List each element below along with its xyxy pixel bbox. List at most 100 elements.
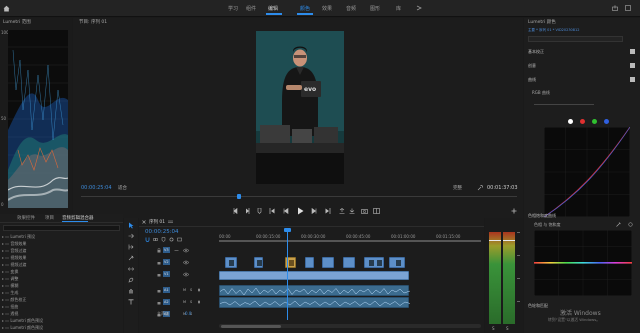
go-to-out-icon[interactable] xyxy=(325,208,331,214)
menu-tab-learn[interactable]: 学习 xyxy=(228,5,238,12)
solo-button[interactable]: S xyxy=(190,288,192,292)
white-channel-swatch[interactable] xyxy=(568,119,573,124)
program-monitor-title[interactable]: 节目: 序列 01 xyxy=(79,18,107,27)
mic-icon[interactable] xyxy=(197,300,201,305)
green-channel-swatch[interactable] xyxy=(592,119,597,124)
video-clip[interactable] xyxy=(364,257,384,268)
hue-vs-sat-graph[interactable] xyxy=(534,230,632,296)
add-button-icon[interactable] xyxy=(511,208,517,214)
video-clip[interactable] xyxy=(225,257,237,268)
solo-button[interactable]: S xyxy=(190,300,192,304)
captions-icon[interactable] xyxy=(177,237,182,242)
list-item[interactable]: ▸ ▭ 扭曲 xyxy=(2,304,112,310)
menu-overflow-icon[interactable] xyxy=(416,5,422,11)
razor-tool-icon[interactable] xyxy=(128,255,134,261)
solo-right-button[interactable]: S xyxy=(506,326,509,331)
type-tool-icon[interactable] xyxy=(128,299,134,305)
lock-icon[interactable] xyxy=(157,300,161,305)
video-clip[interactable] xyxy=(305,257,314,268)
scrub-playhead[interactable] xyxy=(237,194,241,199)
home-icon[interactable] xyxy=(3,5,10,12)
list-item[interactable]: ▸ ▭ 视频效果 xyxy=(2,255,112,261)
slip-tool-icon[interactable] xyxy=(128,266,134,272)
play-icon[interactable] xyxy=(297,207,304,215)
list-item[interactable]: ▸ ▭ 音频过渡 xyxy=(2,248,112,254)
mic-icon[interactable] xyxy=(197,288,201,293)
timeline-playhead-handle[interactable] xyxy=(284,228,291,232)
rgb-curves-label[interactable]: RGB 曲线 xyxy=(532,90,550,96)
compare-icon[interactable] xyxy=(373,208,380,214)
fit-dropdown[interactable]: 适合 xyxy=(118,185,127,191)
tab-sequence[interactable]: 序列 01 xyxy=(149,219,165,225)
audio-clip[interactable] xyxy=(219,297,411,308)
list-item[interactable]: ▸ ▭ Lumetri 颜色预设 xyxy=(2,325,112,331)
lock-icon[interactable] xyxy=(157,272,161,277)
list-item[interactable]: ▸ ▭ 音频效果 xyxy=(2,241,112,247)
preset-dropdown[interactable] xyxy=(528,36,623,42)
list-item[interactable]: ▸ ▭ 调整 xyxy=(2,276,112,282)
extract-icon[interactable] xyxy=(349,208,355,214)
list-item[interactable]: ▸ ▭ 透视 xyxy=(2,311,112,317)
window-maximize-icon[interactable] xyxy=(625,5,631,11)
share-icon[interactable] xyxy=(612,5,618,11)
list-item[interactable]: ▸ ▭ Lumetri 颜色预设 xyxy=(2,318,112,324)
tab-menu-icon[interactable] xyxy=(168,220,173,224)
lift-icon[interactable] xyxy=(339,208,345,214)
menu-tab-graphics[interactable]: 图形 xyxy=(370,5,380,12)
program-scrub-bar[interactable] xyxy=(81,194,517,199)
clip-selector[interactable]: 主要 * 序列 01 * VID20230812 xyxy=(528,28,579,33)
selection-tool-icon[interactable] xyxy=(128,222,134,229)
eyedropper-icon[interactable] xyxy=(616,222,621,227)
rgb-curve-graph[interactable] xyxy=(544,127,630,217)
list-item[interactable]: ▸ ▭ Lumetri 预设 xyxy=(2,234,112,240)
audio-clip[interactable] xyxy=(219,285,411,296)
list-item[interactable]: ▸ ▭ 模糊 xyxy=(2,283,112,289)
hand-tool-icon[interactable] xyxy=(128,288,134,294)
program-timecode[interactable]: 00:00:25:04 xyxy=(81,185,112,191)
timeline-settings-icon[interactable] xyxy=(169,237,174,242)
menu-tab-effects[interactable]: 效果 xyxy=(322,5,332,12)
eye-icon[interactable] xyxy=(183,272,189,277)
section-toggle-checkbox[interactable] xyxy=(630,63,635,68)
scopes-title[interactable]: Lumetri 范围 xyxy=(3,18,31,27)
video-clip[interactable] xyxy=(219,271,409,280)
menu-tab-audio[interactable]: 音频 xyxy=(346,5,356,12)
ripple-edit-icon[interactable] xyxy=(128,244,134,250)
menu-tab-assembly[interactable]: 组件 xyxy=(246,5,256,12)
menu-tab-edit[interactable]: 编辑 xyxy=(268,5,278,12)
mute-button[interactable]: M xyxy=(183,288,186,292)
sync-lock-icon[interactable] xyxy=(174,248,179,253)
menu-tab-libraries[interactable]: 库 xyxy=(396,5,401,12)
step-back-icon[interactable] xyxy=(283,208,289,214)
tab-effect-controls[interactable]: 效果控件 xyxy=(17,215,35,221)
list-item[interactable]: ▸ ▭ 变换 xyxy=(2,269,112,275)
lock-icon[interactable] xyxy=(157,260,161,265)
video-clip[interactable] xyxy=(254,257,263,268)
section-basic-correction[interactable]: 基本校正 xyxy=(524,48,640,56)
tab-project[interactable]: 项目 xyxy=(45,215,54,221)
eye-icon[interactable] xyxy=(183,248,189,253)
pen-tool-icon[interactable] xyxy=(128,277,134,283)
solo-left-button[interactable]: S xyxy=(492,326,495,331)
step-forward-icon[interactable] xyxy=(311,208,317,214)
snap-icon[interactable] xyxy=(145,237,150,242)
work-area-bar[interactable] xyxy=(219,240,481,242)
linked-selection-icon[interactable] xyxy=(153,237,158,242)
mark-in-icon[interactable] xyxy=(233,208,238,214)
timeline-timecode[interactable]: 00:00:25:04 xyxy=(145,229,179,235)
reset-icon[interactable] xyxy=(628,222,633,227)
marker-icon[interactable] xyxy=(257,208,262,214)
lumetri-color-title[interactable]: Lumetri 颜色 xyxy=(528,18,556,27)
quality-dropdown[interactable]: 完整 xyxy=(453,185,462,191)
mute-button[interactable]: M xyxy=(183,300,186,304)
timeline-ruler[interactable]: 00:00 00:00:15:00 00:00:30:00 00:00:45:0… xyxy=(219,229,481,242)
effects-search[interactable] xyxy=(3,225,120,231)
section-toggle-checkbox[interactable] xyxy=(630,77,635,82)
mark-out-icon[interactable] xyxy=(245,208,250,214)
red-channel-swatch[interactable] xyxy=(580,119,585,124)
camera-icon[interactable] xyxy=(361,208,368,214)
video-clip[interactable] xyxy=(389,257,405,268)
menu-tab-color[interactable]: 颜色 xyxy=(300,5,310,12)
blue-channel-swatch[interactable] xyxy=(604,119,609,124)
rgb-curves-slider[interactable] xyxy=(534,104,594,105)
